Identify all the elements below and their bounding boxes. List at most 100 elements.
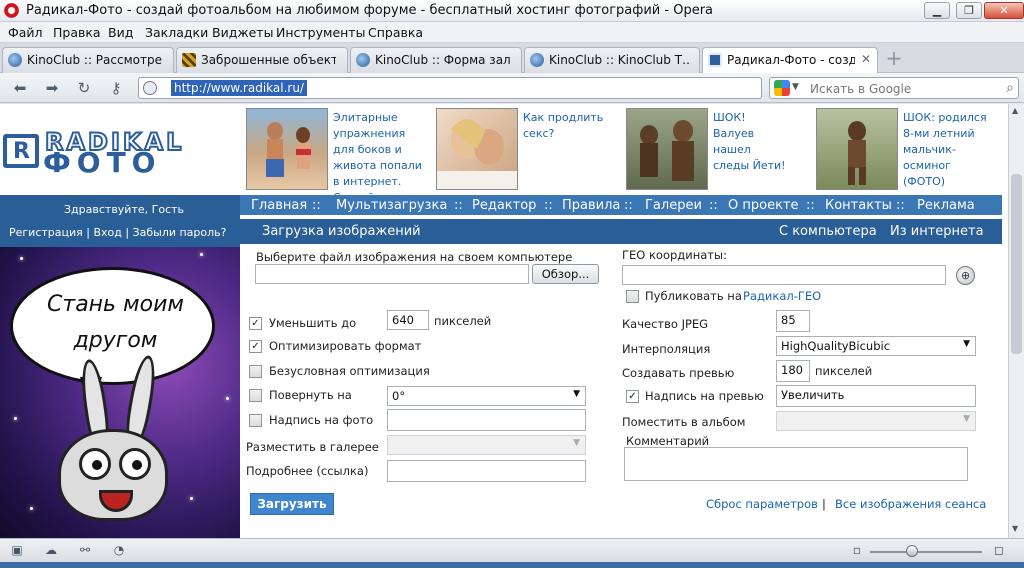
menu-edit[interactable]: Правка: [53, 25, 101, 40]
nav-rules[interactable]: Правила: [562, 198, 620, 213]
nav-home[interactable]: Главная: [251, 198, 307, 213]
panel-toggle-icon[interactable]: ▣: [8, 543, 26, 558]
menu-bookmarks[interactable]: Закладки: [145, 25, 208, 40]
chevron-down-icon[interactable]: ▼: [792, 82, 799, 92]
zoom-track[interactable]: [870, 551, 982, 553]
ad-text[interactable]: ШОК! Валуев нашел следы Йети!: [713, 110, 789, 174]
nav-about[interactable]: О проекте: [728, 198, 799, 213]
ad-image[interactable]: [246, 108, 328, 190]
tab-kinoclub-3[interactable]: KinoClub :: KinoClub T…: [524, 47, 700, 73]
new-tab-icon[interactable]: +: [885, 48, 903, 68]
all-images-link[interactable]: Все изображения сеанса: [835, 497, 986, 511]
jpeg-quality-input[interactable]: 85: [776, 310, 810, 332]
tab-close-icon[interactable]: ✕: [861, 52, 871, 66]
ad-image[interactable]: [436, 108, 518, 190]
publish-geo-link[interactable]: Радикал-ГЕО: [743, 289, 821, 303]
rotate-checkbox[interactable]: [249, 389, 262, 402]
chevron-down-icon: ▼: [963, 414, 970, 424]
close-button[interactable]: ✕: [984, 2, 1024, 19]
back-icon[interactable]: ⬅: [10, 79, 30, 97]
vertical-scrollbar[interactable]: ▲ ▼: [1008, 104, 1024, 538]
search-field[interactable]: ▼ Искать в Google ⌕: [769, 77, 1019, 99]
address-url[interactable]: http://www.radikal.ru/: [171, 80, 307, 96]
ad-text[interactable]: ШОК: родился 8-ми летний мальчик-осминог…: [903, 110, 995, 190]
reload-icon[interactable]: ↻: [74, 79, 94, 97]
optimize-checkbox[interactable]: ✓: [249, 340, 262, 353]
tab-abandoned[interactable]: Заброшенные объект…: [176, 47, 348, 73]
more-link-input[interactable]: [387, 460, 586, 482]
ad-text[interactable]: Элитарные упражнения для боков и живота …: [333, 110, 429, 206]
file-path-input[interactable]: [255, 264, 529, 284]
tab-from-computer[interactable]: С компьютера: [779, 224, 877, 239]
menu-view[interactable]: Вид: [108, 25, 133, 40]
rotate-select[interactable]: 0° ▼: [387, 386, 586, 406]
status-bar: ▣ ☁ ⚯ ◔ ▫ ◻: [0, 538, 1024, 562]
tab-radikal[interactable]: Радикал-Фото - созда… ✕: [702, 47, 878, 73]
geo-input[interactable]: [622, 265, 946, 285]
caption-input[interactable]: [387, 409, 586, 431]
google-icon[interactable]: [774, 80, 790, 96]
ad-block-3[interactable]: ШОК! Валуев нашел следы Йети!: [626, 108, 812, 192]
ad-block-1[interactable]: Элитарные упражнения для боков и живота …: [246, 108, 432, 204]
key-icon[interactable]: ⚷: [106, 79, 126, 97]
ad-block-2[interactable]: Как продлить секс?: [436, 108, 622, 192]
menu-tools[interactable]: Инструменты: [276, 25, 365, 40]
tab-kinoclub-1[interactable]: KinoClub :: Рассмотре…: [2, 47, 174, 73]
search-icon[interactable]: ⌕: [1006, 80, 1014, 96]
nav-editor[interactable]: Редактор: [472, 198, 536, 213]
ad-image[interactable]: [816, 108, 898, 190]
nav-multiupload[interactable]: Мультизагрузка: [336, 198, 447, 213]
account-links[interactable]: Регистрация | Вход | Забыли пароль?: [9, 226, 227, 239]
browse-button[interactable]: Обзор...: [532, 264, 599, 284]
maximize-button[interactable]: ❐: [956, 2, 982, 19]
upload-button[interactable]: Загрузить: [250, 493, 334, 515]
cloud-icon[interactable]: ☁: [42, 543, 60, 558]
preview-size-input[interactable]: 180: [776, 360, 810, 382]
ad-text[interactable]: Как продлить секс?: [523, 110, 613, 142]
tab-kinoclub-2[interactable]: KinoClub :: Форма зал…: [350, 47, 522, 73]
nav-galleries[interactable]: Галереи: [645, 198, 702, 213]
reduce-checkbox[interactable]: ✓: [249, 317, 262, 330]
nav-sep: ::: [312, 198, 321, 213]
caption-checkbox[interactable]: [249, 414, 262, 427]
gallery-select[interactable]: ▼: [387, 435, 586, 455]
zoom-out-icon[interactable]: ▫: [848, 543, 866, 558]
unconditional-checkbox[interactable]: [249, 365, 262, 378]
speed-dial-icon[interactable]: ◔: [110, 543, 128, 558]
menu-help[interactable]: Справка: [368, 25, 423, 40]
star: [190, 497, 193, 500]
preview-caption-checkbox[interactable]: ✓: [626, 390, 639, 403]
radikal-logo[interactable]: R RADIKAL ФОТО: [3, 127, 239, 179]
minimize-button[interactable]: ▁: [924, 2, 950, 19]
ad-image[interactable]: [626, 108, 708, 190]
preview-caption-label: Надпись на превью: [645, 389, 764, 403]
zoom-reset-icon[interactable]: ◻: [990, 543, 1008, 558]
forward-icon[interactable]: ➡: [42, 79, 62, 97]
promo-banner[interactable]: Стань моим другом: [0, 247, 240, 538]
zoom-slider-handle[interactable]: [906, 545, 918, 557]
preview-caption-input[interactable]: Увеличить: [776, 385, 976, 407]
navigation-bar: ⬅ ➡ ↻ ⚷ http://www.radikal.ru/ ▼ Искать …: [0, 73, 1024, 103]
greeting: Здравствуйте, Гость: [64, 203, 185, 216]
optimize-label: Оптимизировать формат: [269, 339, 422, 353]
scroll-down-icon[interactable]: ▼: [1012, 524, 1018, 533]
tab-from-internet[interactable]: Из интернета: [890, 224, 984, 239]
nav-contacts[interactable]: Контакты: [825, 198, 892, 213]
interpolation-select[interactable]: HighQualityBicubic ▼: [776, 336, 976, 356]
menu-widgets[interactable]: Виджеты: [212, 25, 273, 40]
comment-textarea[interactable]: [624, 447, 968, 481]
reduce-size-input[interactable]: 640: [387, 310, 429, 330]
publish-geo-checkbox[interactable]: [626, 290, 639, 303]
address-field[interactable]: http://www.radikal.ru/: [138, 77, 762, 99]
opera-logo-icon[interactable]: [4, 3, 19, 18]
nav-ads[interactable]: Реклама: [917, 198, 975, 213]
share-icon[interactable]: ⚯: [76, 543, 94, 558]
geo-globe-icon[interactable]: ⊕: [956, 266, 975, 285]
menu-file[interactable]: Файл: [8, 25, 43, 40]
ad-block-4[interactable]: ШОК: родился 8-ми летний мальчик-осминог…: [816, 108, 1002, 192]
reset-link[interactable]: Сброс параметров: [706, 497, 818, 511]
caption-label: Надпись на фото: [269, 413, 374, 427]
scroll-up-icon[interactable]: ▲: [1012, 106, 1018, 115]
album-select[interactable]: ▼: [776, 411, 976, 431]
scrollbar-thumb[interactable]: [1011, 174, 1022, 354]
